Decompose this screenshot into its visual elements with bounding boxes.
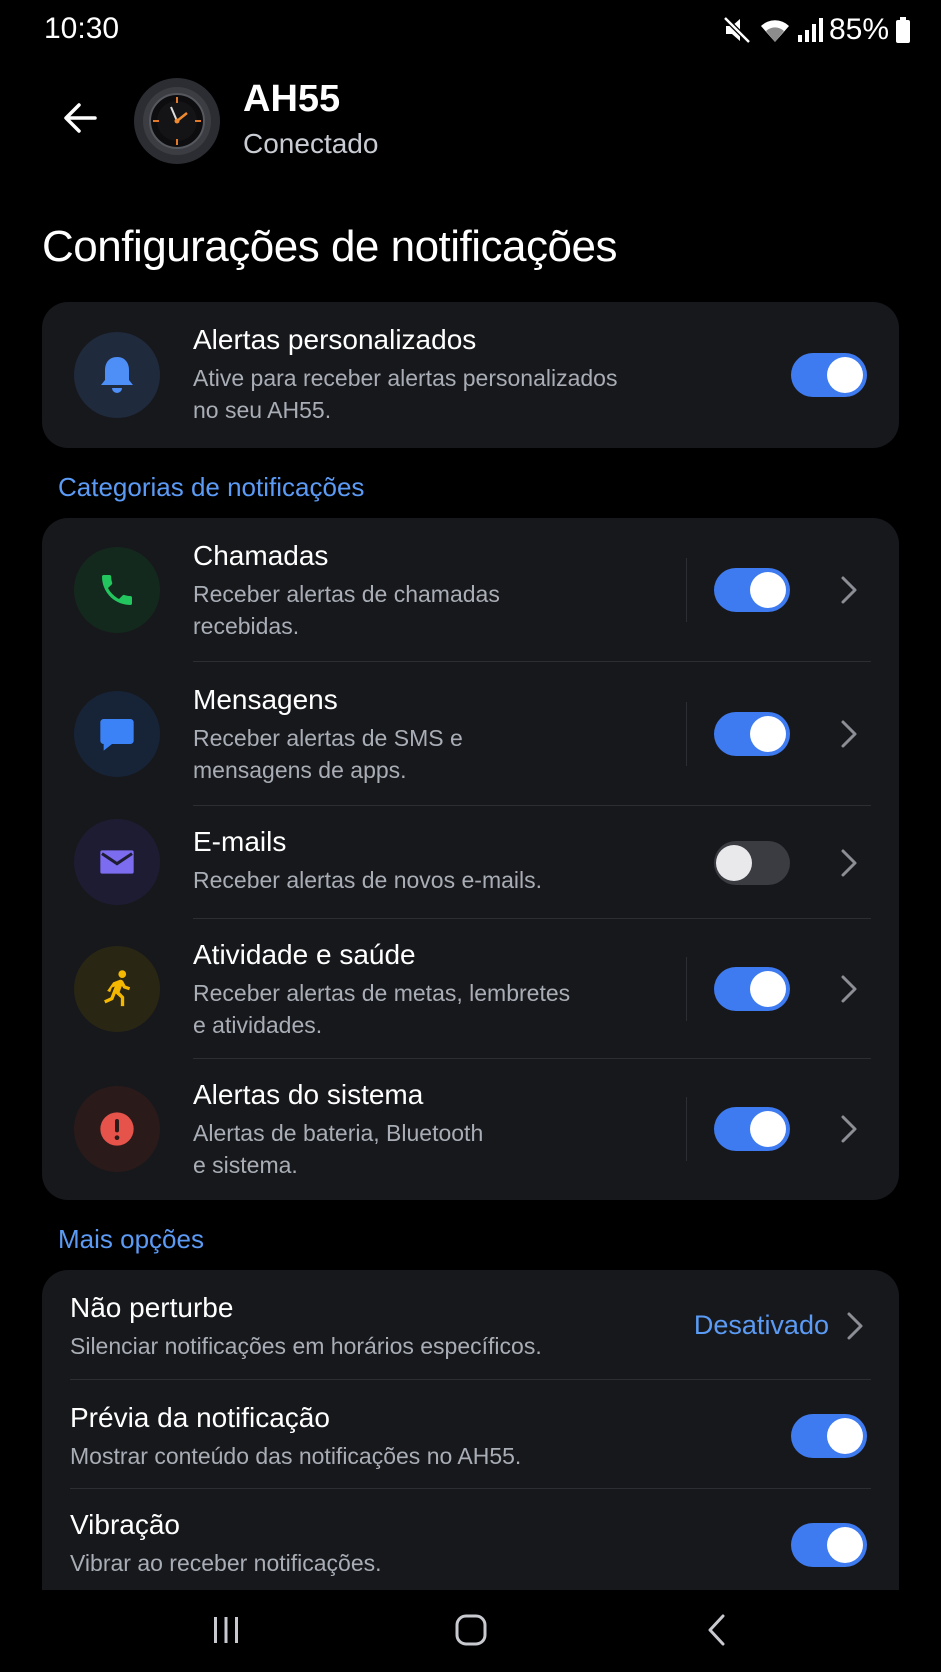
system-navigation-bar <box>0 1590 941 1672</box>
calls-title: Chamadas <box>193 540 329 571</box>
status-time: 10:30 <box>44 12 120 45</box>
category-row-messages[interactable]: Mensagens Receber alertas de SMS e mensa… <box>42 662 899 806</box>
calls-description-line1: Receber alertas de chamadas <box>193 581 500 607</box>
arrow-left-icon <box>64 103 97 133</box>
more-options-section-label: Mais opções <box>58 1224 204 1254</box>
messages-separator <box>686 702 687 766</box>
mail-icon <box>100 850 134 874</box>
messages-description-line2: mensagens de apps. <box>193 757 407 783</box>
dnd-description: Silenciar notificações em horários espec… <box>70 1333 542 1359</box>
messages-chevron-right-icon[interactable] <box>834 714 864 754</box>
system-back-button[interactable] <box>677 1600 757 1660</box>
activity-description-line1: Receber alertas de metas, lembretes <box>193 980 571 1006</box>
category-row-system-alerts[interactable]: Alertas do sistema Alertas de bateria, B… <box>42 1059 899 1200</box>
categories-section-label: Categorias de notificações <box>58 472 365 502</box>
messages-toggle[interactable] <box>714 712 790 756</box>
alert-icon <box>100 1112 134 1146</box>
device-avatar <box>134 78 220 164</box>
calls-icon-badge <box>74 547 160 633</box>
running-icon <box>104 970 131 1007</box>
system-alerts-toggle[interactable] <box>714 1107 790 1151</box>
vibration-toggle[interactable] <box>791 1523 867 1567</box>
calls-toggle[interactable] <box>714 568 790 612</box>
watch-face-icon <box>143 87 211 155</box>
battery-percentage: 85% <box>828 13 889 46</box>
system-alerts-title: Alertas do sistema <box>193 1079 424 1110</box>
wifi-icon <box>760 20 789 42</box>
emails-description-line1: Receber alertas de novos e-mails. <box>193 867 542 893</box>
activity-icon-badge <box>74 946 160 1032</box>
page-title: Configurações de notificações <box>42 222 617 271</box>
vibration-title: Vibração <box>70 1509 181 1540</box>
status-icons: 85% <box>723 12 911 48</box>
emails-icon-badge <box>74 819 160 905</box>
custom-alerts-toggle[interactable] <box>791 353 867 397</box>
mute-icon <box>723 16 751 44</box>
messages-description-line1: Receber alertas de SMS e <box>193 725 463 751</box>
custom-alerts-card: Alertas personalizados Ative para recebe… <box>42 302 899 448</box>
activity-separator <box>686 957 687 1021</box>
device-name: AH55 <box>243 78 341 120</box>
vibration-description: Vibrar ao receber notificações. <box>70 1550 382 1576</box>
calls-chevron-right-icon[interactable] <box>834 570 864 610</box>
system-alerts-separator <box>686 1097 687 1161</box>
custom-alerts-icon-badge <box>74 332 160 418</box>
category-row-calls[interactable]: Chamadas Receber alertas de chamadas rec… <box>42 518 899 662</box>
custom-alerts-description-line1: Ative para receber alertas personalizado… <box>193 365 618 391</box>
preview-title: Prévia da notificação <box>70 1402 330 1433</box>
categories-card: Chamadas Receber alertas de chamadas rec… <box>42 518 899 1200</box>
emails-toggle[interactable] <box>714 841 790 885</box>
preview-toggle[interactable] <box>791 1414 867 1458</box>
activity-description-line2: e atividades. <box>193 1012 323 1038</box>
home-icon <box>455 1614 487 1646</box>
system-alerts-description-line2: e sistema. <box>193 1152 298 1178</box>
system-alerts-chevron-right-icon[interactable] <box>834 1109 864 1149</box>
preview-description: Mostrar conteúdo das notificações no AH5… <box>70 1443 522 1469</box>
system-alerts-description-line1: Alertas de bateria, Bluetooth <box>193 1120 484 1146</box>
messages-title: Mensagens <box>193 684 338 715</box>
calls-separator <box>686 558 687 622</box>
recent-apps-button[interactable] <box>186 1600 266 1660</box>
dnd-chevron-right-icon[interactable] <box>840 1306 870 1346</box>
emails-title: E-mails <box>193 826 287 857</box>
device-connection-status: Conectado <box>243 128 379 159</box>
bell-icon <box>101 357 133 393</box>
activity-title: Atividade e saúde <box>193 939 416 970</box>
vibration-row[interactable]: Vibração Vibrar ao receber notificações. <box>42 1489 899 1600</box>
back-button[interactable] <box>52 90 108 146</box>
custom-alerts-title: Alertas personalizados <box>193 324 477 355</box>
calls-description-line2: recebidas. <box>193 613 300 639</box>
activity-toggle[interactable] <box>714 967 790 1011</box>
battery-icon <box>896 17 910 43</box>
dnd-status-value: Desativado <box>693 1310 829 1340</box>
recent-apps-icon <box>214 1617 238 1643</box>
custom-alerts-description-line2: no seu AH55. <box>193 397 332 423</box>
message-icon <box>100 719 134 751</box>
phone-icon <box>102 575 132 605</box>
category-row-emails[interactable]: E-mails Receber alertas de novos e-mails… <box>42 806 899 919</box>
emails-chevron-right-icon[interactable] <box>834 843 864 883</box>
chevron-left-icon <box>708 1614 725 1646</box>
dnd-title: Não perturbe <box>70 1292 234 1323</box>
home-button[interactable] <box>431 1600 511 1660</box>
system-alerts-icon-badge <box>74 1086 160 1172</box>
messages-icon-badge <box>74 691 160 777</box>
more-options-card: Não perturbe Silenciar notificações em h… <box>42 1270 899 1600</box>
signal-icon <box>797 18 823 42</box>
notification-preview-row[interactable]: Prévia da notificação Mostrar conteúdo d… <box>42 1380 899 1489</box>
category-row-activity-health[interactable]: Atividade e saúde Receber alertas de met… <box>42 919 899 1059</box>
do-not-disturb-row[interactable]: Não perturbe Silenciar notificações em h… <box>42 1270 899 1380</box>
activity-chevron-right-icon[interactable] <box>834 969 864 1009</box>
